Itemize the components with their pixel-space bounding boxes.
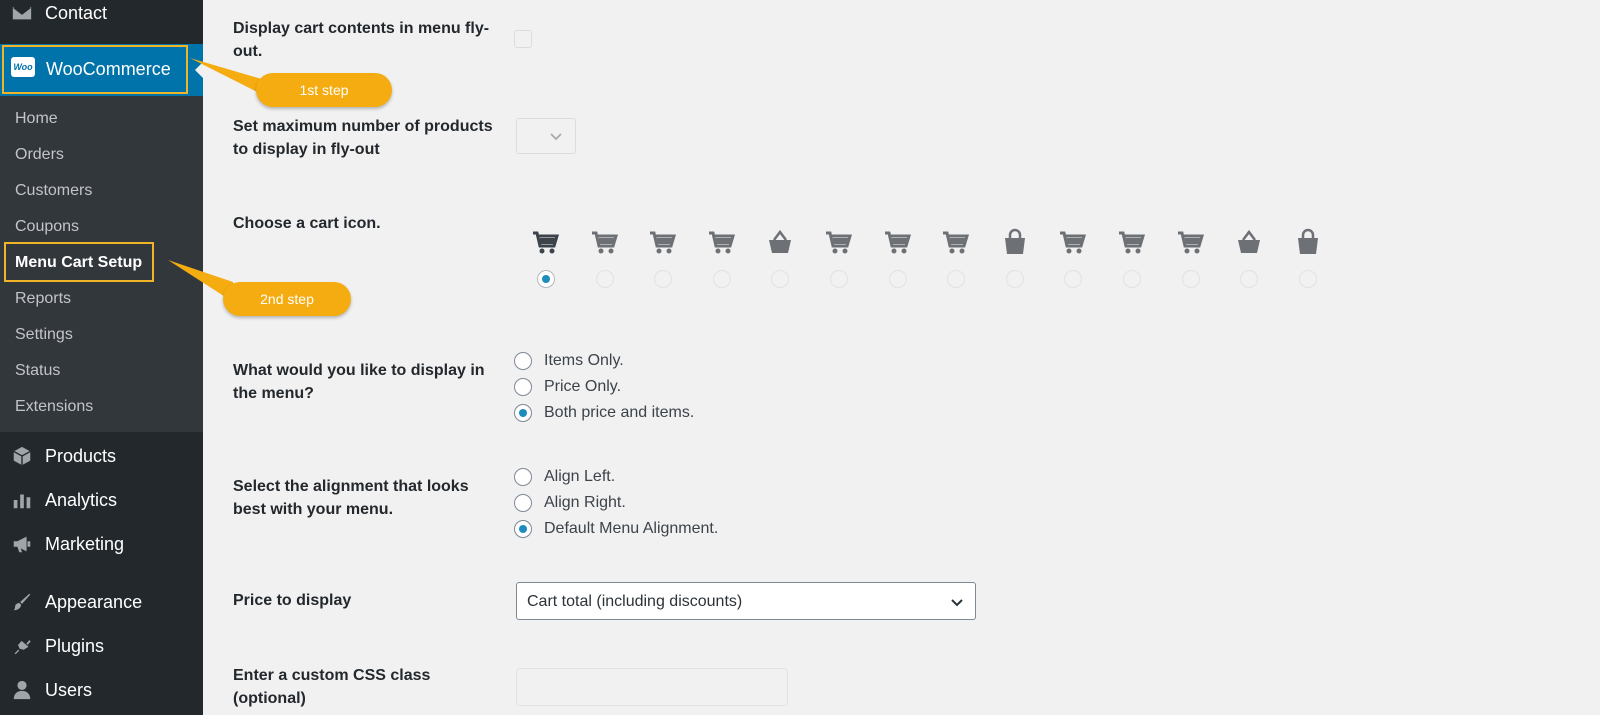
cart-icon-radio[interactable]: [830, 270, 848, 288]
user-icon: [10, 678, 34, 702]
align-option-left[interactable]: Align Left.: [514, 467, 615, 487]
align-option-right[interactable]: Align Right.: [514, 493, 626, 513]
menu-contact[interactable]: Contact: [0, 0, 203, 31]
cart-icon-radio[interactable]: [654, 270, 672, 288]
cart-9-icon[interactable]: [1117, 228, 1147, 258]
cart-icon-radio[interactable]: [771, 270, 789, 288]
price-label: Price to display: [233, 592, 352, 609]
display-option-items-label: Items Only.: [544, 352, 624, 369]
css-class-label: Enter a custom CSS class (optional): [233, 667, 431, 707]
basket-2-icon[interactable]: [1234, 228, 1264, 258]
align-radio-default[interactable]: [514, 520, 532, 538]
envelope-icon: [10, 1, 34, 25]
box-icon: [10, 444, 34, 468]
bag-1-icon[interactable]: [1000, 228, 1030, 258]
cart-7-icon[interactable]: [941, 228, 971, 258]
submenu-customers[interactable]: Customers: [15, 182, 92, 200]
cart-3-icon[interactable]: [648, 228, 678, 258]
cart-icon-radio[interactable]: [1064, 270, 1082, 288]
callout-second-step-label: 2nd step: [260, 291, 314, 307]
submenu-orders[interactable]: Orders: [15, 146, 64, 164]
callout-first-step: 1st step: [256, 73, 392, 107]
menu-appearance-label: Appearance: [45, 591, 143, 612]
bar-chart-icon: [10, 488, 34, 512]
display-option-both[interactable]: Both price and items.: [514, 403, 694, 423]
submenu-coupons[interactable]: Coupons: [15, 218, 79, 236]
submenu-settings[interactable]: Settings: [15, 326, 73, 344]
price-select[interactable]: Cart total (including discounts): [516, 582, 976, 620]
cart-4-icon[interactable]: [707, 228, 737, 258]
cart-icon-radio[interactable]: [1240, 270, 1258, 288]
align-option-default[interactable]: Default Menu Alignment.: [514, 519, 718, 539]
menu-products[interactable]: Products: [0, 438, 203, 474]
cart-2-icon[interactable]: [590, 228, 620, 258]
submenu-home[interactable]: Home: [15, 110, 58, 128]
cart-10-icon[interactable]: [1176, 228, 1206, 258]
submenu-status[interactable]: Status: [15, 362, 60, 380]
cart-icon-radio[interactable]: [713, 270, 731, 288]
menu-plugins-label: Plugins: [45, 635, 105, 656]
cart-icon-radio[interactable]: [537, 270, 555, 288]
basket-1-icon[interactable]: [765, 228, 795, 258]
display-radio-items[interactable]: [514, 352, 532, 370]
menu-analytics[interactable]: Analytics: [0, 482, 203, 518]
submenu-extensions[interactable]: Extensions: [15, 398, 93, 416]
cart-icon-radio[interactable]: [1123, 270, 1141, 288]
plug-icon: [10, 634, 34, 658]
display-radio-price[interactable]: [514, 378, 532, 396]
cart-8-icon[interactable]: [1058, 228, 1088, 258]
menu-analytics-label: Analytics: [45, 489, 118, 510]
cart-icon-radio[interactable]: [1182, 270, 1200, 288]
menu-products-label: Products: [45, 445, 117, 466]
align-radio-left[interactable]: [514, 468, 532, 486]
align-option-default-label: Default Menu Alignment.: [544, 520, 719, 537]
cart-icon-radio[interactable]: [947, 270, 965, 288]
menu-plugins[interactable]: Plugins: [0, 628, 203, 664]
cart-6-icon[interactable]: [883, 228, 913, 258]
display-option-both-label: Both price and items.: [544, 404, 695, 421]
cart-icon-radio[interactable]: [1006, 270, 1024, 288]
alignment-label: Select the alignment that looks best wit…: [233, 478, 469, 518]
align-radio-right[interactable]: [514, 494, 532, 512]
menu-contact-label: Contact: [45, 2, 108, 23]
css-class-input[interactable]: [516, 668, 788, 706]
cart-icon-radio[interactable]: [889, 270, 907, 288]
menu-marketing-label: Marketing: [45, 533, 125, 554]
woocommerce-highlight-box: [2, 45, 188, 94]
cart-5-icon[interactable]: [824, 228, 854, 258]
menu-marketing[interactable]: Marketing: [0, 526, 203, 562]
flyout-checkbox[interactable]: [514, 30, 532, 48]
chevron-down-icon: [951, 599, 963, 607]
cart-icon-radio[interactable]: [596, 270, 614, 288]
menu-cart-setup-highlight-box: [4, 242, 154, 282]
cart-icon-label: Choose a cart icon.: [233, 215, 381, 232]
paintbrush-icon: [10, 590, 34, 614]
align-option-right-label: Align Right.: [544, 494, 626, 511]
callout-second-step: 2nd step: [223, 282, 351, 316]
max-products-label: Set maximum number of products to displa…: [233, 118, 493, 158]
cart-icon-radio[interactable]: [1299, 270, 1317, 288]
submenu-reports[interactable]: Reports: [15, 290, 71, 308]
display-option-price-label: Price Only.: [544, 378, 622, 395]
max-products-select[interactable]: [516, 118, 576, 154]
bag-2-icon[interactable]: [1293, 228, 1323, 258]
display-label: What would you like to display in the me…: [233, 362, 485, 402]
display-option-items[interactable]: Items Only.: [514, 351, 624, 371]
menu-users-label: Users: [45, 679, 93, 700]
admin-sidebar: Contact Woo WooCommerce Home Orders Cust…: [0, 0, 203, 715]
align-option-left-label: Align Left.: [544, 468, 616, 485]
cart-1-icon[interactable]: [531, 228, 561, 258]
menu-appearance[interactable]: Appearance: [0, 584, 203, 620]
flyout-label: Display cart contents in menu fly-out.: [233, 20, 490, 60]
display-option-price[interactable]: Price Only.: [514, 377, 621, 397]
callout-first-step-label: 1st step: [299, 82, 349, 98]
menu-users[interactable]: Users: [0, 672, 203, 708]
megaphone-icon: [10, 532, 34, 556]
chevron-down-icon: [550, 133, 562, 141]
display-radio-both[interactable]: [514, 404, 532, 422]
price-select-value: Cart total (including discounts): [527, 593, 743, 610]
